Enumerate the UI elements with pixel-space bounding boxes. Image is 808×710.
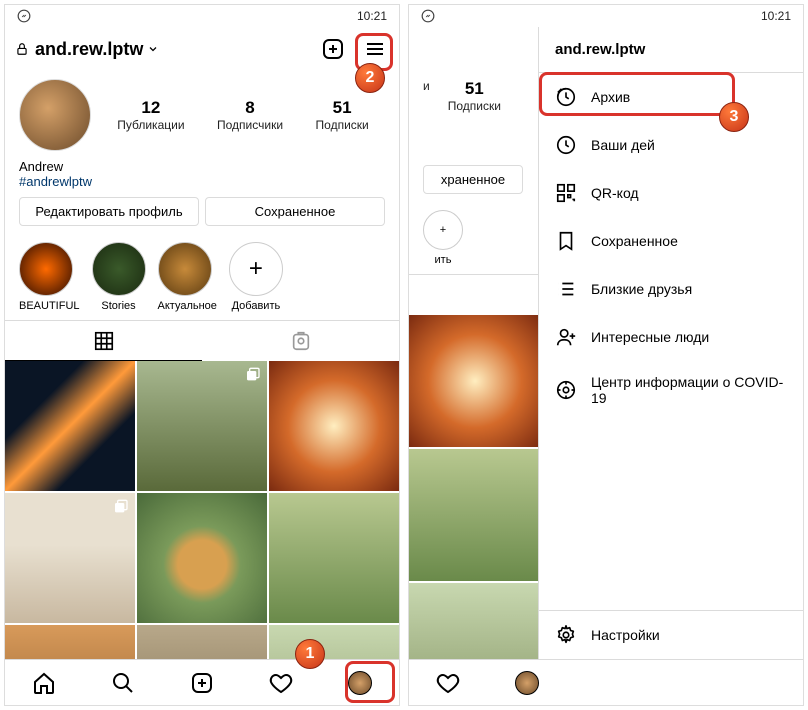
post-cell[interactable] xyxy=(409,315,541,447)
bio-hashtag[interactable]: #andrewlptw xyxy=(19,174,385,189)
stat-followers[interactable]: 8Подписчики xyxy=(217,98,283,132)
covid-icon xyxy=(555,379,577,401)
shazam-icon xyxy=(17,9,31,23)
bio: Andrew #andrewlptw xyxy=(5,159,399,197)
drawer-item-close-friends[interactable]: Близкие друзья xyxy=(539,265,803,313)
profile-header: 12Публикации 8Подписчики 51Подписки xyxy=(5,71,399,159)
stat-posts[interactable]: 12Публикации xyxy=(117,98,184,132)
stat-following[interactable]: 51Подписки xyxy=(448,79,501,113)
phone-left: 10:21 and.rew.lptw 12Публикации 8Подписч… xyxy=(4,4,400,706)
highlight-beautiful[interactable]: BEAUTIFUL xyxy=(19,242,80,312)
list-icon xyxy=(555,278,577,300)
add-post-button[interactable] xyxy=(319,35,347,63)
highlights-row: BEAUTIFUL Stories Актуальное +Добавить xyxy=(5,236,399,320)
post-cell[interactable] xyxy=(269,493,399,623)
status-time: 10:21 xyxy=(357,9,387,23)
drawer-item-qr[interactable]: QR-код xyxy=(539,169,803,217)
drawer-item-activity[interactable]: Ваши дей xyxy=(539,121,803,169)
nav-home[interactable] xyxy=(5,660,84,705)
chevron-down-icon xyxy=(147,43,159,55)
post-cell[interactable] xyxy=(409,449,541,581)
activity-icon xyxy=(555,134,577,156)
username-dropdown[interactable]: and.rew.lptw xyxy=(35,39,159,60)
phone-right: 10:21 и 51Подписки храненное +ить and.re… xyxy=(408,4,804,706)
highlight-add[interactable]: +Добавить xyxy=(229,242,283,312)
drawer-username: and.rew.lptw xyxy=(539,27,803,73)
tab-tagged[interactable] xyxy=(202,321,399,361)
avatar[interactable] xyxy=(19,79,91,151)
lock-icon xyxy=(15,42,29,56)
nav-profile[interactable] xyxy=(488,660,567,705)
saved-button[interactable]: Сохраненное xyxy=(205,197,385,226)
drawer-item-settings[interactable]: Настройки xyxy=(539,611,803,659)
bookmark-icon xyxy=(555,230,577,252)
side-drawer: and.rew.lptw Архив Ваши дей QR-код Сохра… xyxy=(538,27,803,659)
stat-posts-cut[interactable]: и xyxy=(423,79,430,113)
archive-icon xyxy=(555,86,577,108)
highlight-actual[interactable]: Актуальное xyxy=(158,242,217,312)
nav-search[interactable] xyxy=(84,660,163,705)
top-bar: and.rew.lptw xyxy=(5,27,399,71)
nav-avatar xyxy=(348,671,372,695)
content-tabs xyxy=(5,320,399,361)
nav-profile[interactable] xyxy=(320,660,399,705)
post-cell[interactable] xyxy=(269,361,399,491)
nav-add[interactable] xyxy=(163,660,242,705)
drawer-item-archive[interactable]: Архив xyxy=(539,73,803,121)
status-time: 10:21 xyxy=(761,9,791,23)
post-cell[interactable] xyxy=(5,493,135,623)
bottom-nav xyxy=(409,659,803,705)
drawer-item-saved[interactable]: Сохраненное xyxy=(539,217,803,265)
menu-button[interactable] xyxy=(361,35,389,63)
bottom-nav xyxy=(5,659,399,705)
discover-icon xyxy=(555,326,577,348)
drawer-item-covid[interactable]: Центр информации о COVID-19 xyxy=(539,361,803,419)
shazam-icon xyxy=(421,9,435,23)
drawer-item-discover[interactable]: Интересные люди xyxy=(539,313,803,361)
nav-activity[interactable] xyxy=(409,660,488,705)
post-cell[interactable] xyxy=(5,361,135,491)
edit-profile-button[interactable]: Редактировать профиль xyxy=(19,197,199,226)
tab-grid[interactable] xyxy=(5,321,202,361)
nav-activity[interactable] xyxy=(241,660,320,705)
stat-following[interactable]: 51Подписки xyxy=(316,98,369,132)
posts-grid xyxy=(5,361,399,706)
post-cell[interactable] xyxy=(137,361,267,491)
gear-icon xyxy=(555,624,577,646)
qr-icon xyxy=(555,182,577,204)
status-bar: 10:21 xyxy=(409,5,803,27)
saved-button-cut[interactable]: храненное xyxy=(423,165,523,194)
highlight-stories[interactable]: Stories xyxy=(92,242,146,312)
post-cell[interactable] xyxy=(137,493,267,623)
status-bar: 10:21 xyxy=(5,5,399,27)
bio-name: Andrew xyxy=(19,159,385,174)
